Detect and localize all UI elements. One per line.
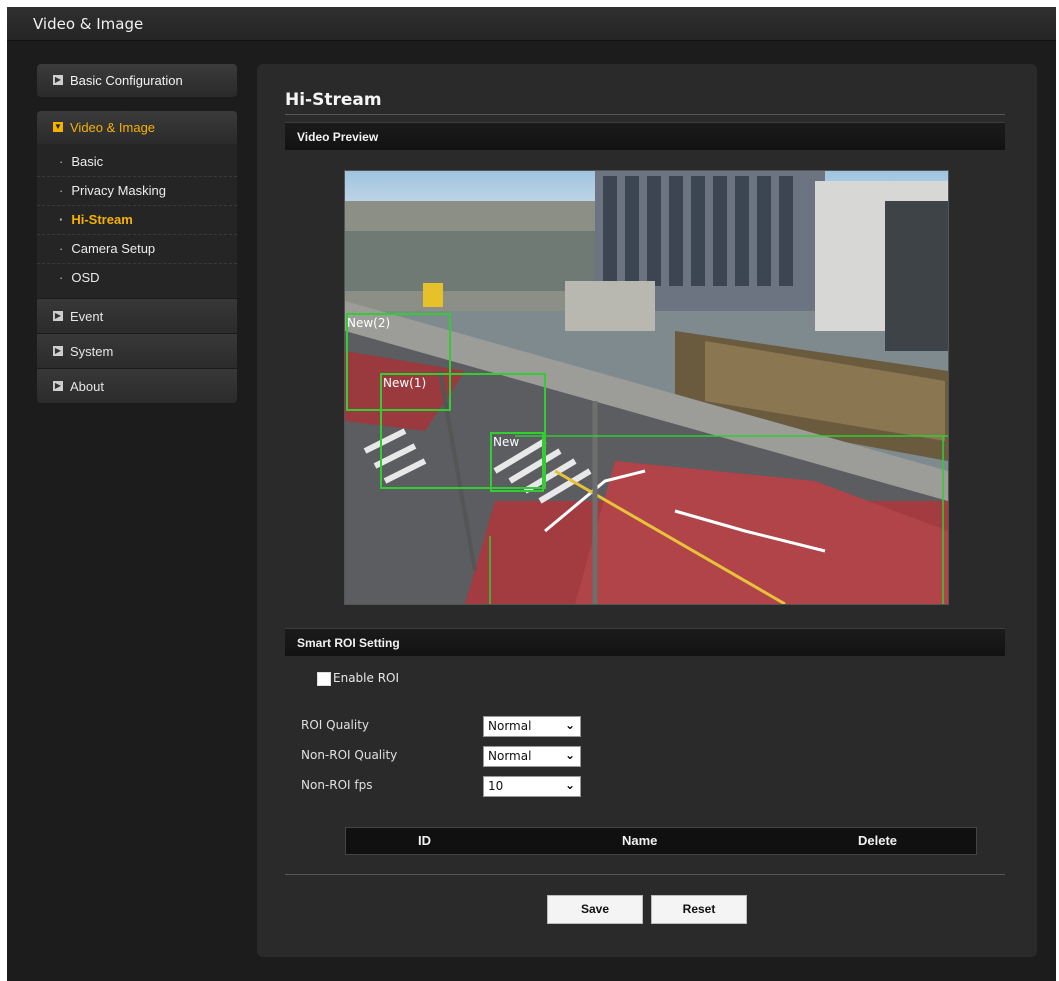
video-preview[interactable]: New(2) New(1) New	[344, 170, 949, 605]
page-title: Hi-Stream	[285, 90, 382, 110]
sidebar-item-label: System	[70, 344, 114, 359]
roi-quality-label: ROI Quality	[301, 718, 370, 732]
sidebar-item-label: Basic Configuration	[70, 73, 183, 88]
select-value: Normal	[488, 749, 532, 763]
bullet-icon: ·	[59, 270, 64, 285]
select-value: Normal	[488, 719, 532, 733]
roi-table-header: ID Name Delete	[345, 827, 977, 855]
sidebar-subitem-hi-stream[interactable]: · Hi-Stream	[37, 206, 237, 235]
sidebar-item-basic-configuration[interactable]: ▶ Basic Configuration	[37, 64, 237, 97]
collapse-icon: ▼	[53, 122, 63, 132]
non-roi-fps-row: Non-ROI fps 10 ⌄	[301, 776, 601, 797]
sidebar-item-label: About	[70, 379, 104, 394]
divider	[285, 874, 1005, 875]
bullet-icon: ·	[59, 154, 64, 169]
sidebar-subitem-label: Camera Setup	[71, 241, 156, 256]
expand-icon: ▶	[53, 381, 63, 391]
expand-icon: ▶	[53, 311, 63, 321]
camera-image: New(2) New(1) New	[345, 171, 948, 604]
app-frame: Video & Image ▶ Basic Configuration ▼ Vi…	[7, 7, 1056, 981]
smart-roi-header: Smart ROI Setting	[285, 628, 1005, 656]
sidebar-subitem-label: Basic	[71, 154, 104, 169]
main-panel: Hi-Stream Video Preview New(2) New(1) Ne…	[257, 64, 1037, 957]
non-roi-fps-label: Non-ROI fps	[301, 778, 373, 792]
column-header-name: Name	[622, 833, 658, 848]
non-roi-quality-select[interactable]: Normal ⌄	[483, 746, 581, 767]
expand-icon: ▶	[53, 75, 63, 85]
enable-roi-row: Enable ROI	[317, 671, 437, 687]
non-roi-quality-label: Non-ROI Quality	[301, 748, 398, 762]
section-title: Video Preview	[297, 130, 379, 144]
sidebar-subitem-label: Privacy Masking	[71, 183, 166, 198]
enable-roi-label: Enable ROI	[333, 671, 400, 685]
chevron-down-icon: ⌄	[564, 748, 575, 762]
reset-button[interactable]: Reset	[651, 895, 747, 924]
bullet-icon: ·	[59, 212, 64, 227]
save-button[interactable]: Save	[547, 895, 643, 924]
section-title: Smart ROI Setting	[297, 636, 400, 650]
sidebar-subitem-privacy-masking[interactable]: · Privacy Masking	[37, 177, 237, 206]
sidebar-subitem-camera-setup[interactable]: · Camera Setup	[37, 235, 237, 264]
sidebar-item-event[interactable]: ▶ Event	[37, 298, 237, 333]
column-header-delete: Delete	[858, 833, 898, 848]
non-roi-fps-select[interactable]: 10 ⌄	[483, 776, 581, 797]
sidebar-item-system[interactable]: ▶ System	[37, 333, 237, 368]
sidebar-group-video-image: ▼ Video & Image · Basic · Privacy Masking …	[37, 111, 237, 403]
divider	[285, 114, 1005, 115]
chevron-down-icon: ⌄	[564, 778, 575, 792]
chevron-down-icon: ⌄	[564, 718, 575, 732]
sidebar-subitem-label: OSD	[71, 270, 100, 285]
window-title: Video & Image	[33, 15, 144, 33]
bullet-icon: ·	[59, 241, 64, 256]
select-value: 10	[488, 779, 504, 793]
roi-label: New(1)	[383, 376, 426, 390]
roi-label: New	[493, 435, 519, 449]
sidebar-subitem-label: Hi-Stream	[71, 212, 133, 227]
roi-quality-row: ROI Quality Normal ⌄	[301, 716, 601, 737]
title-bar: Video & Image	[7, 7, 1056, 41]
expand-icon: ▶	[53, 346, 63, 356]
roi-label: New(2)	[347, 316, 390, 330]
enable-roi-checkbox[interactable]	[317, 672, 331, 686]
video-preview-header: Video Preview	[285, 122, 1005, 150]
sidebar-item-video-image[interactable]: ▼ Video & Image	[37, 111, 237, 144]
bullet-icon: ·	[59, 183, 64, 198]
sidebar-item-about[interactable]: ▶ About	[37, 368, 237, 403]
sidebar-subitem-basic[interactable]: · Basic	[37, 148, 237, 177]
non-roi-quality-row: Non-ROI Quality Normal ⌄	[301, 746, 601, 767]
sidebar-item-label: Video & Image	[70, 120, 156, 135]
sidebar-item-label: Event	[70, 309, 104, 324]
sidebar-submenu: · Basic · Privacy Masking · Hi-Stream · Came…	[37, 144, 237, 298]
roi-quality-select[interactable]: Normal ⌄	[483, 716, 581, 737]
sidebar-subitem-osd[interactable]: · OSD	[37, 264, 237, 292]
sidebar: ▶ Basic Configuration ▼ Video & Image · B…	[37, 64, 237, 403]
column-header-id: ID	[418, 833, 431, 848]
